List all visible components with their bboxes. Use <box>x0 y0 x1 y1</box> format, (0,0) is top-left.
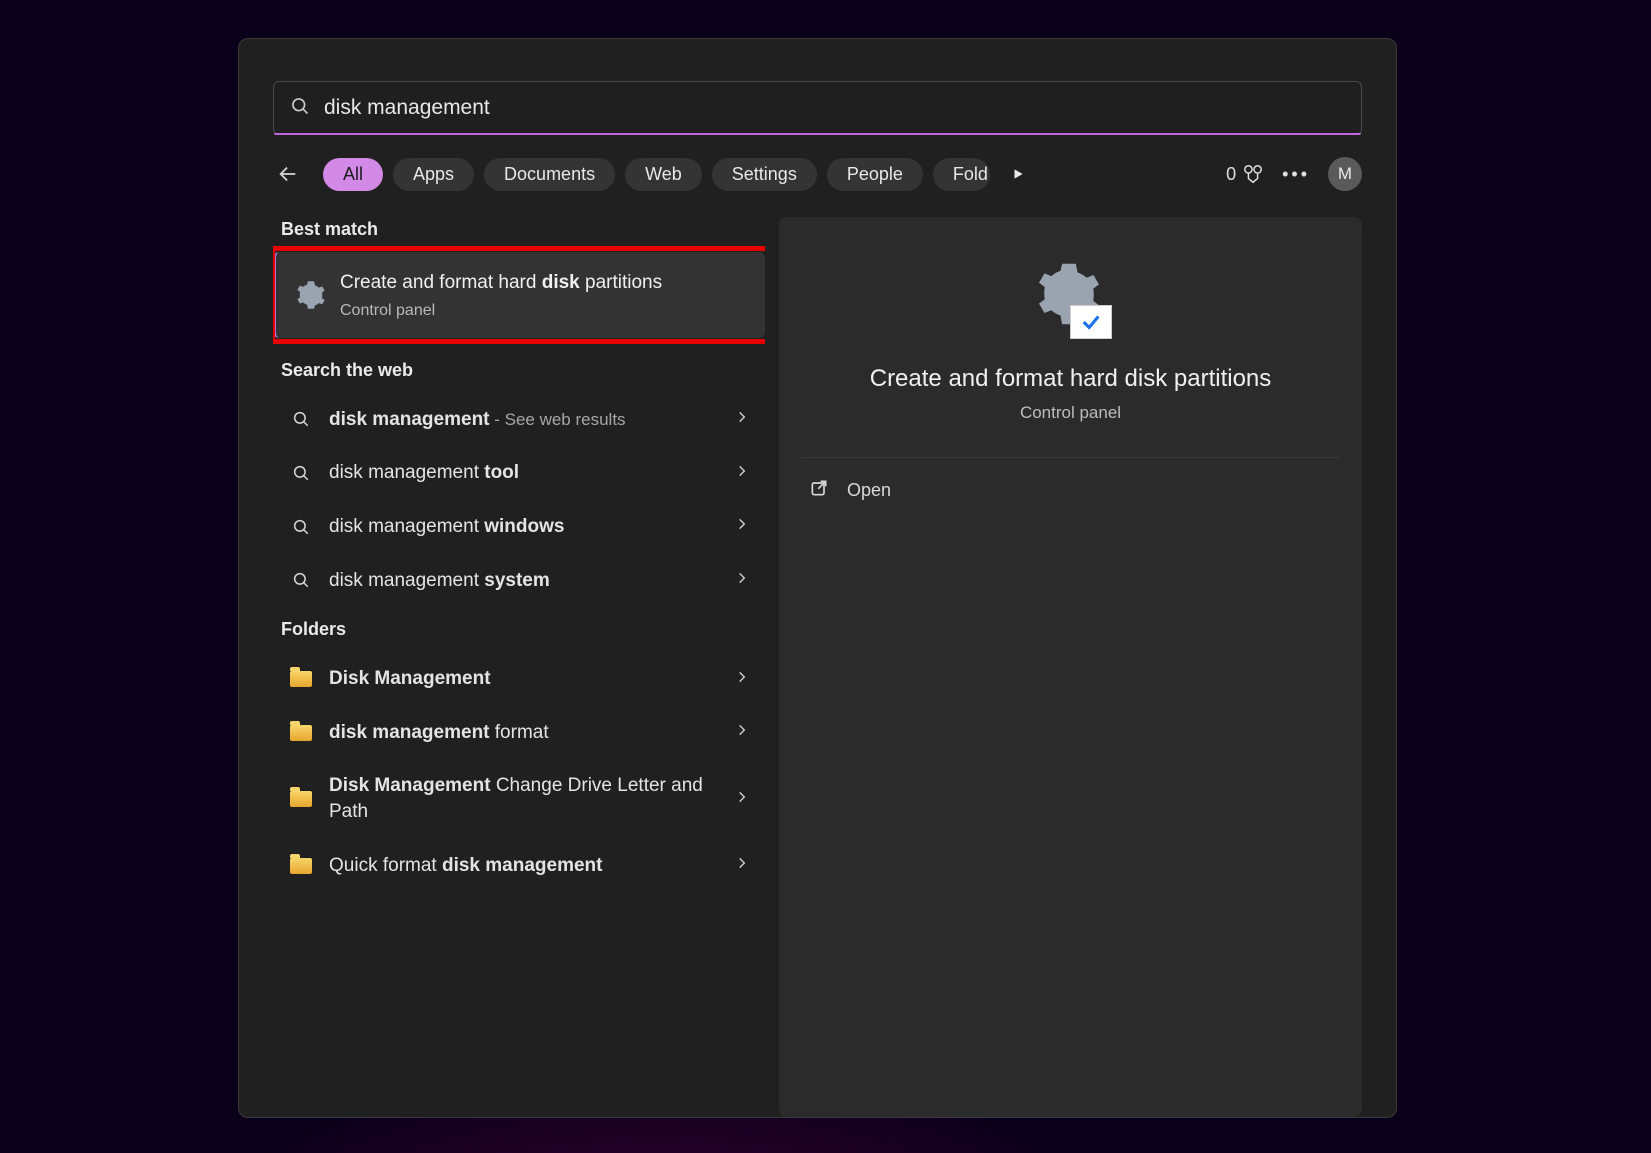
back-button[interactable] <box>273 159 303 189</box>
search-icon <box>289 571 313 589</box>
web-result[interactable]: disk management windows <box>273 500 765 554</box>
best-match-heading: Best match <box>273 217 765 252</box>
search-icon <box>289 518 313 536</box>
filter-web[interactable]: Web <box>625 158 702 191</box>
best-match-result[interactable]: Create and format hard disk partitions C… <box>273 252 765 338</box>
chevron-right-icon <box>735 571 749 590</box>
open-icon <box>809 478 829 503</box>
rewards-icon <box>1242 163 1264 185</box>
chevron-right-icon <box>735 723 749 742</box>
search-panel: All Apps Documents Web Settings People F… <box>238 38 1397 1118</box>
search-web-heading: Search the web <box>273 358 765 393</box>
folder-result[interactable]: disk management format <box>273 706 765 760</box>
chevron-right-icon <box>735 856 749 875</box>
filter-row: All Apps Documents Web Settings People F… <box>273 157 1362 191</box>
results-column: Best match Create and format hard disk p… <box>273 217 765 1117</box>
preview-pane: Create and format hard disk partitions C… <box>779 217 1362 1117</box>
folder-icon <box>289 671 313 687</box>
best-match-subtitle: Control panel <box>340 302 749 320</box>
web-result[interactable]: disk management system <box>273 554 765 608</box>
chevron-right-icon <box>735 517 749 536</box>
chevron-right-icon <box>735 790 749 809</box>
open-label: Open <box>847 480 891 501</box>
folder-icon <box>289 791 313 807</box>
filter-settings[interactable]: Settings <box>712 158 817 191</box>
folder-result[interactable]: Disk Management Change Drive Letter and … <box>273 759 765 838</box>
web-result[interactable]: disk management - See web results <box>273 393 765 447</box>
search-icon <box>290 96 310 121</box>
search-icon <box>289 410 313 428</box>
open-action[interactable]: Open <box>801 458 1340 523</box>
search-input[interactable] <box>324 96 1345 120</box>
rewards-count: 0 <box>1226 164 1236 185</box>
filter-all[interactable]: All <box>323 158 383 191</box>
more-menu-button[interactable]: ••• <box>1282 164 1310 185</box>
search-box[interactable] <box>273 81 1362 135</box>
chevron-right-icon <box>735 464 749 483</box>
folder-result[interactable]: Disk Management <box>273 652 765 706</box>
web-result[interactable]: disk management tool <box>273 446 765 500</box>
filter-people[interactable]: People <box>827 158 923 191</box>
folder-result[interactable]: Quick format disk management <box>273 839 765 893</box>
folders-heading: Folders <box>273 617 765 652</box>
preview-title: Create and format hard disk partitions <box>870 365 1272 393</box>
filter-documents[interactable]: Documents <box>484 158 615 191</box>
chevron-right-icon <box>735 410 749 429</box>
preview-icon <box>1030 261 1112 339</box>
chevron-right-icon <box>735 670 749 689</box>
search-icon <box>289 464 313 482</box>
checkmark-badge-icon <box>1070 305 1112 339</box>
folder-icon <box>289 725 313 741</box>
folder-icon <box>289 858 313 874</box>
filter-folders-cut[interactable]: Fold <box>933 158 990 191</box>
account-avatar[interactable]: M <box>1328 157 1362 191</box>
rewards-indicator[interactable]: 0 <box>1226 163 1264 185</box>
scroll-right-button[interactable] <box>1004 160 1032 188</box>
gear-icon <box>296 280 326 315</box>
best-match-title: Create and format hard disk partitions <box>340 270 749 296</box>
preview-subtitle: Control panel <box>1020 403 1121 423</box>
filter-apps[interactable]: Apps <box>393 158 474 191</box>
